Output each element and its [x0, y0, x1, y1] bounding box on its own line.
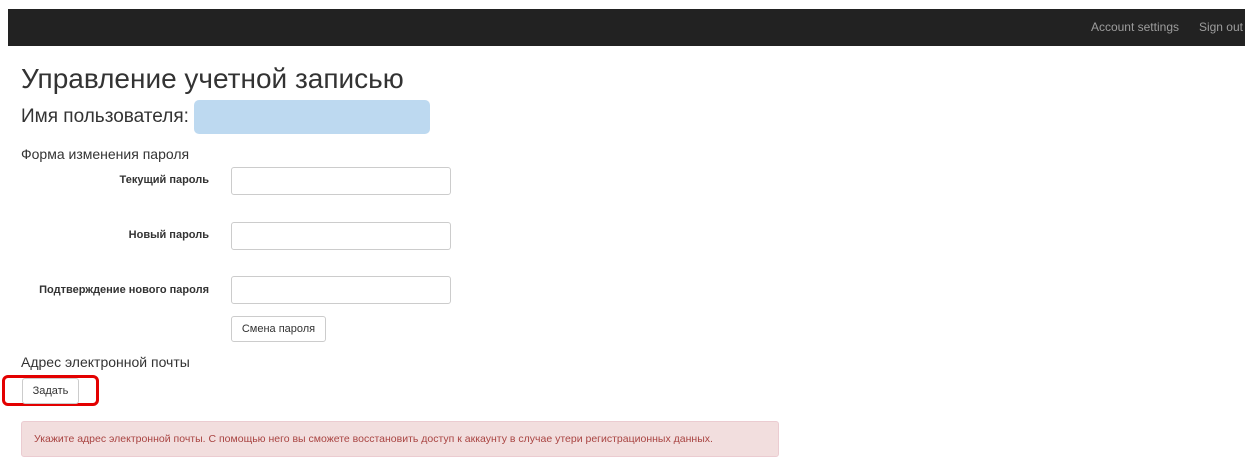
- confirm-password-label: Подтверждение нового пароля: [39, 284, 209, 296]
- email-warning-alert: Укажите адрес электронной почты. С помощ…: [21, 421, 779, 457]
- page-title: Управление учетной записью: [21, 63, 404, 94]
- confirm-password-input[interactable]: [231, 276, 451, 304]
- change-password-button[interactable]: Смена пароля: [231, 316, 326, 342]
- sign-out-link[interactable]: Sign out: [1199, 20, 1243, 34]
- username-row: Имя пользователя:: [21, 100, 430, 134]
- current-password-input[interactable]: [231, 167, 451, 195]
- current-password-label: Текущий пароль: [119, 174, 209, 186]
- top-navbar: Account settings Sign out: [8, 9, 1245, 46]
- new-password-label: Новый пароль: [128, 229, 209, 241]
- set-email-button[interactable]: Задать: [22, 378, 79, 404]
- username-label: Имя пользователя:: [21, 106, 189, 127]
- password-form-title: Форма изменения пароля: [21, 146, 190, 162]
- alert-text: Укажите адрес электронной почты. С помощ…: [34, 433, 713, 445]
- username-redacted-value: [193, 100, 430, 134]
- new-password-input[interactable]: [231, 222, 451, 250]
- account-settings-link[interactable]: Account settings: [1091, 20, 1179, 34]
- email-section-title: Адрес электронной почты: [21, 354, 190, 370]
